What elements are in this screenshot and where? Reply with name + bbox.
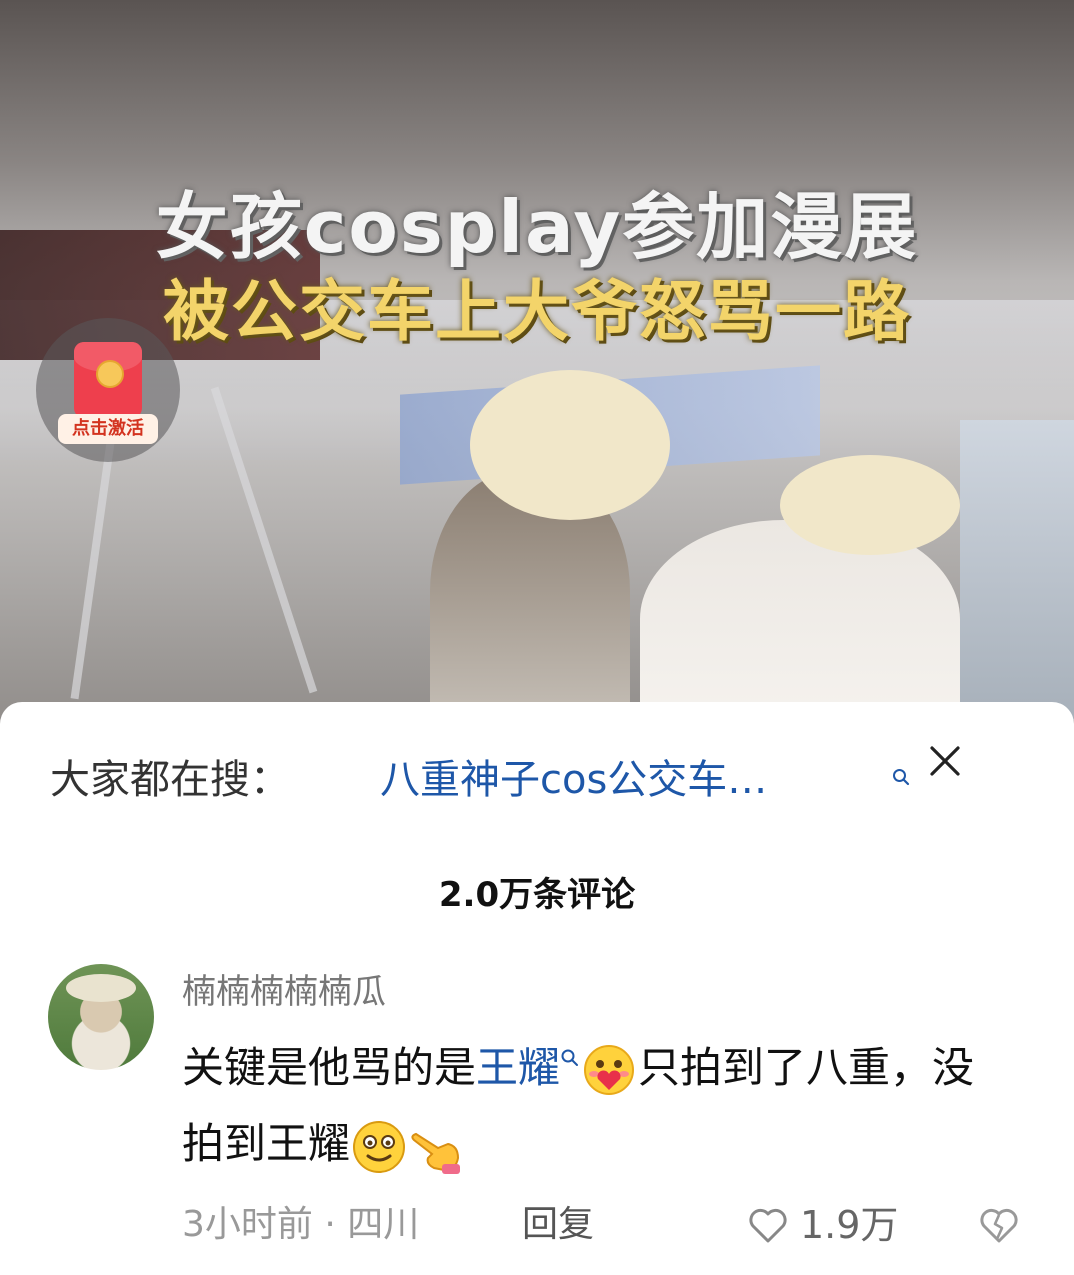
comment-text-part1: 关键是他骂的是 (182, 1043, 477, 1092)
comment-keyword-link[interactable]: 王耀 (476, 1043, 560, 1092)
comment-time: 3小时前 (182, 1204, 313, 1245)
heart-icon[interactable] (748, 1206, 788, 1244)
avatar[interactable] (48, 964, 154, 1070)
reply-button[interactable]: 回复 (522, 1200, 594, 1250)
meta-separator: · (324, 1204, 336, 1245)
red-envelope-icon (74, 342, 142, 418)
comment-text: 关键是他骂的是王耀 只拍到了八重，没拍到王耀 (182, 1030, 1012, 1182)
video-title-line2: 被公交车上大爷怒骂一路 (163, 273, 911, 350)
love-face-emoji-icon (584, 1044, 635, 1095)
bus-window (960, 420, 1074, 720)
search-prefix-label: 大家都在搜： (50, 757, 290, 803)
smile-face-emoji-icon (353, 1120, 406, 1173)
close-icon[interactable] (928, 744, 962, 778)
broken-heart-icon[interactable] (978, 1206, 1020, 1244)
video-player[interactable]: 女孩cosplay参加漫展 被公交车上大爷怒骂一路 点击激活 (0, 0, 1074, 740)
comment-item: 楠楠楠楠楠瓜 关键是他骂的是王耀 只拍到了八重，没拍到王耀 3小时前 · 四川 回… (0, 960, 1074, 1275)
comment-meta: 3小时前 · 四川 (182, 1200, 419, 1250)
search-icon[interactable] (892, 768, 910, 786)
search-suggestion-link[interactable]: 八重神子cos公交车… (380, 750, 767, 810)
pointing-hand-emoji-icon (411, 1132, 461, 1174)
bus-pole (70, 420, 118, 700)
hat-right (780, 455, 960, 555)
search-suggestion-row[interactable]: 大家都在搜： 八重神子cos公交车… (50, 750, 1030, 810)
comment-location: 四川 (347, 1204, 420, 1245)
keyword-search-icon[interactable] (560, 1048, 580, 1068)
comments-sheet: 大家都在搜： 八重神子cos公交车… 2.0万条评论 楠楠楠楠楠瓜 关键是他骂的… (0, 702, 1074, 1275)
redpacket-label: 点击激活 (58, 414, 158, 444)
comments-count: 2.0万条评论 (438, 875, 636, 915)
hat-left (470, 370, 670, 520)
comment-username[interactable]: 楠楠楠楠楠瓜 (182, 964, 386, 1013)
like-count: 1.9万 (800, 1203, 899, 1247)
redpacket-button[interactable]: 点击激活 (36, 318, 180, 462)
